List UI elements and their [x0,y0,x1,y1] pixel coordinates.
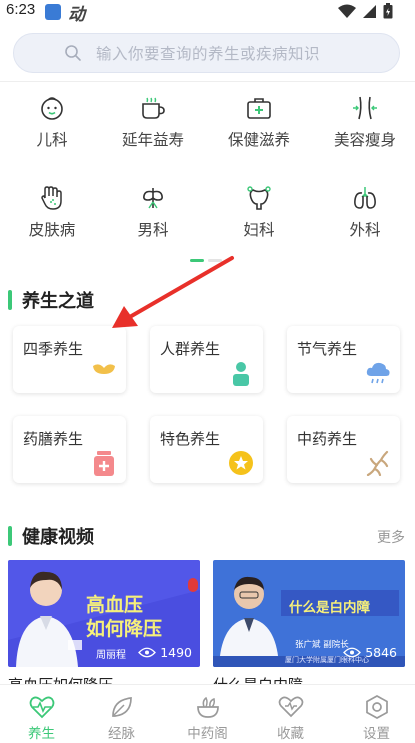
divider [0,81,415,82]
category-label: 男科 [137,221,169,239]
tab-herbal-pavilion[interactable]: 中药阁 [166,685,249,743]
signal-icon [363,4,376,18]
status-time: 6:23 [6,1,36,18]
category-label: 儿科 [36,131,68,149]
search-bar[interactable]: 输入你要查询的养生或疾病知识 [13,33,400,73]
category-label: 美容瘦身 [333,131,396,149]
card-herbal-medicine[interactable]: 中药养生 [287,416,400,483]
video-view-count: 1490 [138,645,192,660]
status-bar: 6:23 动 [0,0,415,25]
eye-icon [138,647,157,658]
section-heading: 健康视频 [22,527,94,548]
card-four-seasons[interactable]: 四季养生 [13,326,126,393]
card-label: 特色养生 [160,430,221,448]
category-andrology[interactable]: 男科 [101,184,205,240]
section-title-video: 健康视频 [8,523,94,549]
video-doctor-tag: 周丽程 [96,650,126,661]
video-thumbnail[interactable]: 高血压 如何降压 周丽程 1490 [8,560,200,667]
video-doctor-tag: 张广斌 副院长 [295,640,349,650]
medical-kit-icon [247,98,271,119]
leaf-icon [111,697,132,717]
search-icon [65,45,81,61]
tab-settings[interactable]: 设置 [335,685,415,743]
category-beauty-slimming[interactable]: 美容瘦身 [313,94,415,150]
video-overlay-title: 如何降压 [86,618,163,640]
card-label: 人群养生 [160,340,221,358]
settings-hexagon-icon [365,695,388,719]
category-label: 皮肤病 [28,221,76,239]
page-dot [208,259,222,262]
video-overlay-title: 高血压 [86,594,144,616]
card-label: 四季养生 [23,340,84,358]
baby-face-icon [41,97,63,120]
category-gynecology[interactable]: 妇科 [207,184,311,240]
category-health-care[interactable]: 保健滋养 [207,94,311,150]
category-label: 外科 [349,221,381,239]
lungs-icon [354,187,376,209]
category-pediatrics[interactable]: 儿科 [0,94,104,150]
ginseng-root-icon [366,450,389,476]
battery-icon [383,3,393,19]
star-badge-icon [229,451,253,475]
view-count: 1490 [160,645,192,660]
waist-slim-icon [353,96,377,120]
male-organ-icon [143,188,163,209]
tab-label: 设置 [363,726,390,742]
tab-wellness[interactable]: 养生 [0,685,83,743]
tab-meridians[interactable]: 经脉 [80,685,163,743]
tab-label: 养生 [28,726,55,742]
more-link[interactable]: 更多 [377,527,405,547]
uterus-icon [247,186,271,210]
card-solar-terms[interactable]: 节气养生 [287,326,400,393]
card-label: 药膳养生 [23,430,84,448]
status-indicators [338,3,393,19]
category-surgery[interactable]: 外科 [313,184,415,240]
ginkgo-leaf-icon [93,364,115,384]
category-dermatology[interactable]: 皮肤病 [0,184,104,240]
heart-pulse-icon [29,696,54,719]
tab-label: 收藏 [277,726,304,742]
medicine-bottle-icon [94,451,114,476]
section-accent-bar [8,290,12,310]
bottom-tab-bar: 养生 经脉 中药阁 收藏 设置 [0,684,415,743]
section-accent-bar [8,526,12,546]
tab-favorites[interactable]: 收藏 [249,685,332,743]
tab-label: 经脉 [108,726,135,742]
card-population[interactable]: 人群养生 [150,326,263,393]
category-label: 妇科 [243,221,275,239]
video-overlay-title: 什么是白内障 [289,600,370,616]
eye-icon [343,647,362,658]
hand-skin-icon [41,186,62,210]
card-special[interactable]: 特色养生 [150,416,263,483]
teacup-icon [142,97,165,119]
view-count: 5846 [365,645,397,660]
card-label: 中药养生 [297,430,358,448]
category-label: 保健滋养 [227,131,290,149]
rain-cloud-icon [366,362,390,384]
video-thumbnail[interactable]: 什么是白内障 张广斌 副院长 厦门大学附属厦门眼科中心 5846 [213,560,405,667]
category-label: 延年益寿 [121,131,184,149]
app-notification-glyph: 动 [68,5,85,25]
video-view-count: 5846 [343,645,397,660]
section-title-wellness: 养生之道 [8,287,94,313]
card-medicinal-diet[interactable]: 药膳养生 [13,416,126,483]
tab-label: 中药阁 [187,726,228,742]
wifi-icon [338,4,356,18]
card-label: 节气养生 [297,340,358,358]
category-longevity[interactable]: 延年益寿 [101,94,205,150]
herb-bowl-icon [196,696,219,718]
section-heading: 养生之道 [22,291,94,312]
app-notification-icon [45,4,61,20]
person-icon [233,362,249,386]
page-indicator [190,259,222,262]
search-placeholder: 输入你要查询的养生或疾病知识 [96,45,321,63]
heart-outline-icon [278,696,303,718]
page-dot-active [190,259,204,262]
